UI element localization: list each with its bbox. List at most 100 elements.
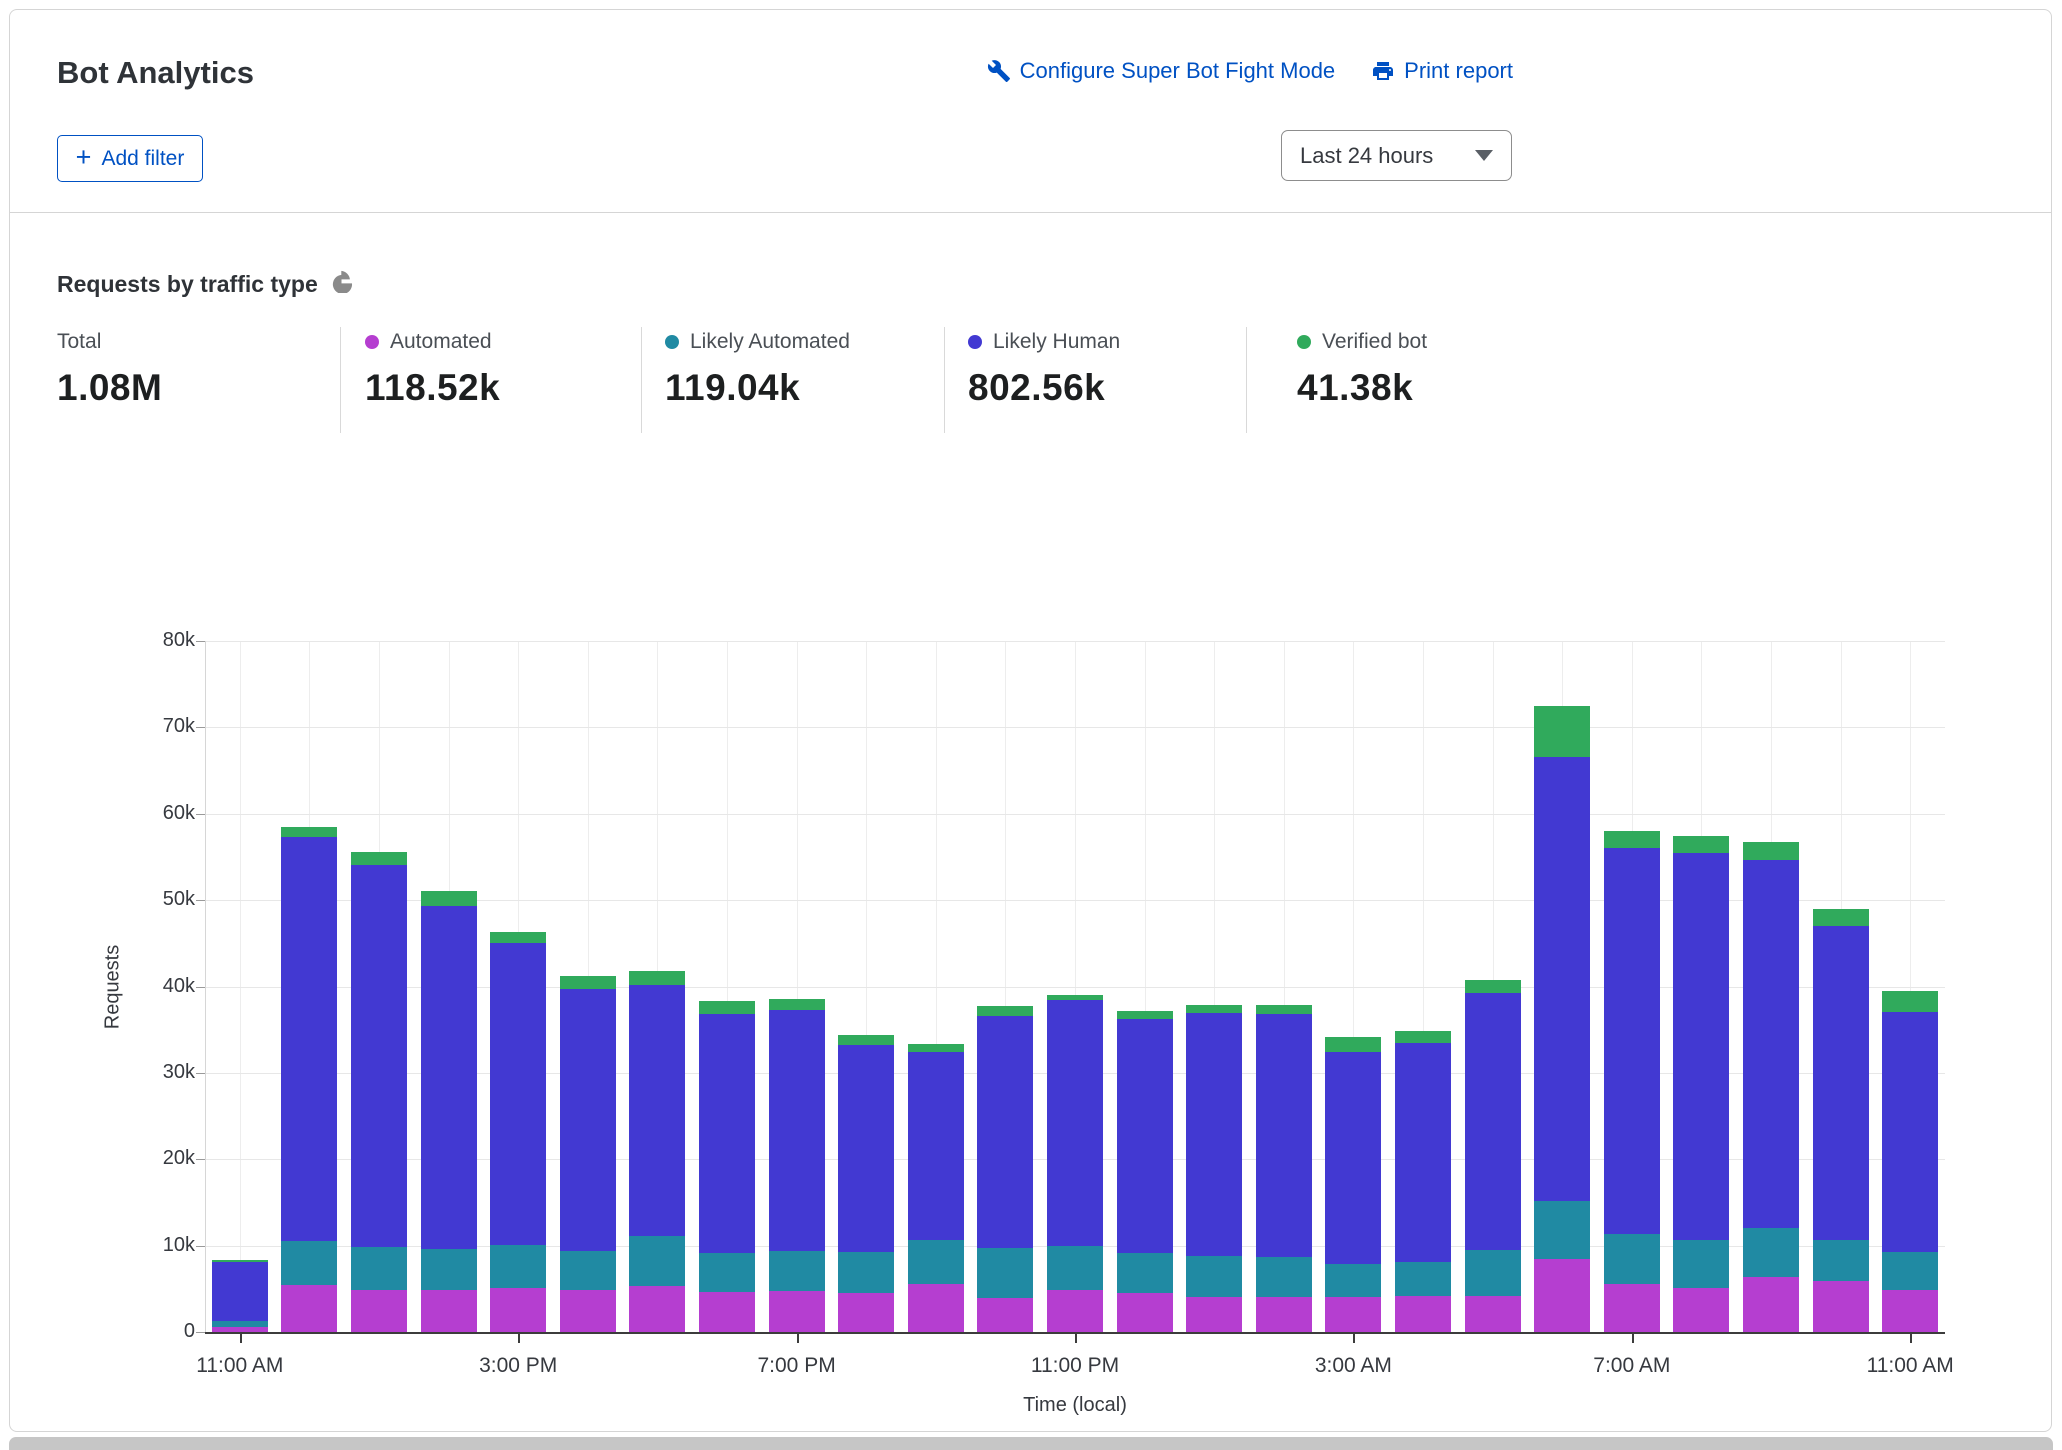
bar-segment-verified_bot[interactable] <box>351 852 407 865</box>
bar-segment-likely_automated[interactable] <box>1395 1262 1451 1296</box>
bar-segment-likely_human[interactable] <box>769 1010 825 1251</box>
bar-segment-verified_bot[interactable] <box>1256 1005 1312 1015</box>
bar-segment-likely_automated[interactable] <box>769 1251 825 1292</box>
print-report-link[interactable]: Print report <box>1371 58 1513 84</box>
bar-segment-likely_automated[interactable] <box>1465 1250 1521 1296</box>
bar-segment-automated[interactable] <box>977 1298 1033 1332</box>
bar-segment-likely_human[interactable] <box>490 943 546 1244</box>
bar-segment-likely_automated[interactable] <box>1673 1240 1729 1288</box>
bar-segment-likely_automated[interactable] <box>1047 1246 1103 1290</box>
bar-segment-likely_automated[interactable] <box>281 1241 337 1285</box>
bar-segment-automated[interactable] <box>1256 1297 1312 1332</box>
bottom-scroll-band[interactable] <box>9 1437 2053 1450</box>
bar-segment-verified_bot[interactable] <box>1325 1037 1381 1053</box>
bar-segment-likely_automated[interactable] <box>1186 1256 1242 1297</box>
bar-segment-likely_human[interactable] <box>1743 860 1799 1228</box>
bar-segment-likely_automated[interactable] <box>838 1252 894 1293</box>
bar-segment-likely_human[interactable] <box>421 906 477 1249</box>
bar-segment-automated[interactable] <box>1743 1277 1799 1332</box>
bar-segment-automated[interactable] <box>1534 1259 1590 1332</box>
bar-segment-verified_bot[interactable] <box>1117 1011 1173 1020</box>
bar-segment-verified_bot[interactable] <box>212 1260 268 1262</box>
bar-segment-automated[interactable] <box>1604 1284 1660 1332</box>
add-filter-button[interactable]: + Add filter <box>57 135 203 182</box>
bar-segment-likely_human[interactable] <box>351 865 407 1248</box>
bar-segment-likely_human[interactable] <box>1882 1012 1938 1251</box>
configure-super-bot-fight-mode-link[interactable]: Configure Super Bot Fight Mode <box>987 58 1336 84</box>
bar-segment-likely_human[interactable] <box>1325 1052 1381 1264</box>
bar-segment-automated[interactable] <box>281 1285 337 1332</box>
bar-segment-verified_bot[interactable] <box>1743 842 1799 860</box>
bar-segment-likely_automated[interactable] <box>421 1249 477 1290</box>
bar-segment-likely_automated[interactable] <box>1882 1252 1938 1290</box>
bar-segment-automated[interactable] <box>1325 1297 1381 1332</box>
bar-segment-likely_human[interactable] <box>977 1016 1033 1248</box>
bar-segment-automated[interactable] <box>1186 1297 1242 1332</box>
bar-segment-verified_bot[interactable] <box>1673 836 1729 853</box>
bar-segment-likely_automated[interactable] <box>1117 1253 1173 1293</box>
bar-segment-verified_bot[interactable] <box>1186 1005 1242 1014</box>
bar-segment-likely_automated[interactable] <box>560 1251 616 1290</box>
bar-segment-likely_automated[interactable] <box>1743 1228 1799 1276</box>
bar-segment-verified_bot[interactable] <box>421 891 477 906</box>
bar-segment-likely_human[interactable] <box>1673 853 1729 1240</box>
bar-segment-likely_automated[interactable] <box>212 1321 268 1327</box>
bar-segment-likely_human[interactable] <box>1047 1000 1103 1245</box>
bar-segment-verified_bot[interactable] <box>629 971 685 985</box>
bar-segment-verified_bot[interactable] <box>1047 995 1103 1000</box>
bar-segment-likely_human[interactable] <box>212 1262 268 1321</box>
bar-segment-likely_automated[interactable] <box>490 1245 546 1288</box>
bar-segment-verified_bot[interactable] <box>1534 706 1590 757</box>
bar-segment-likely_automated[interactable] <box>908 1240 964 1285</box>
bar-segment-verified_bot[interactable] <box>560 976 616 989</box>
bar-segment-likely_human[interactable] <box>281 837 337 1241</box>
bar-segment-likely_human[interactable] <box>1117 1019 1173 1253</box>
bar-segment-automated[interactable] <box>421 1290 477 1332</box>
bar-segment-likely_human[interactable] <box>699 1014 755 1253</box>
bar-segment-automated[interactable] <box>1813 1281 1869 1332</box>
bar-segment-automated[interactable] <box>490 1288 546 1332</box>
bar-segment-likely_automated[interactable] <box>1534 1201 1590 1259</box>
bar-segment-likely_human[interactable] <box>1465 993 1521 1250</box>
bar-segment-likely_human[interactable] <box>1186 1013 1242 1256</box>
bar-segment-verified_bot[interactable] <box>838 1035 894 1045</box>
bar-segment-likely_automated[interactable] <box>1325 1264 1381 1297</box>
bar-segment-automated[interactable] <box>212 1327 268 1332</box>
bar-segment-automated[interactable] <box>769 1291 825 1332</box>
bar-segment-likely_automated[interactable] <box>1256 1257 1312 1297</box>
bar-segment-automated[interactable] <box>1673 1288 1729 1332</box>
bar-segment-automated[interactable] <box>629 1286 685 1332</box>
bar-segment-verified_bot[interactable] <box>908 1044 964 1053</box>
bar-segment-automated[interactable] <box>1465 1296 1521 1332</box>
bar-segment-automated[interactable] <box>560 1290 616 1332</box>
bar-segment-automated[interactable] <box>699 1292 755 1332</box>
bar-segment-likely_automated[interactable] <box>1813 1240 1869 1281</box>
bar-segment-verified_bot[interactable] <box>1882 991 1938 1013</box>
bar-segment-verified_bot[interactable] <box>977 1006 1033 1016</box>
bar-segment-likely_human[interactable] <box>838 1045 894 1251</box>
bar-segment-automated[interactable] <box>351 1290 407 1332</box>
time-range-select[interactable]: Last 24 hours <box>1281 130 1512 181</box>
bar-segment-verified_bot[interactable] <box>281 827 337 837</box>
bar-segment-likely_automated[interactable] <box>699 1253 755 1292</box>
bar-segment-automated[interactable] <box>1117 1293 1173 1332</box>
bar-segment-likely_human[interactable] <box>1534 757 1590 1201</box>
bar-segment-verified_bot[interactable] <box>1465 980 1521 992</box>
bar-segment-automated[interactable] <box>1395 1296 1451 1332</box>
bar-segment-automated[interactable] <box>1047 1290 1103 1332</box>
bar-segment-likely_human[interactable] <box>908 1052 964 1239</box>
bar-segment-likely_human[interactable] <box>1256 1014 1312 1257</box>
bar-segment-verified_bot[interactable] <box>1813 909 1869 926</box>
bar-segment-verified_bot[interactable] <box>769 999 825 1010</box>
bar-segment-likely_human[interactable] <box>1395 1043 1451 1262</box>
bar-segment-automated[interactable] <box>838 1293 894 1332</box>
bar-segment-likely_human[interactable] <box>629 985 685 1236</box>
bar-segment-verified_bot[interactable] <box>699 1001 755 1014</box>
bar-segment-likely_human[interactable] <box>1604 848 1660 1233</box>
bar-segment-likely_automated[interactable] <box>977 1248 1033 1298</box>
bar-segment-likely_automated[interactable] <box>629 1236 685 1286</box>
bar-segment-verified_bot[interactable] <box>1395 1031 1451 1043</box>
bar-segment-likely_automated[interactable] <box>351 1247 407 1289</box>
bar-segment-verified_bot[interactable] <box>490 932 546 943</box>
bar-segment-likely_automated[interactable] <box>1604 1234 1660 1284</box>
